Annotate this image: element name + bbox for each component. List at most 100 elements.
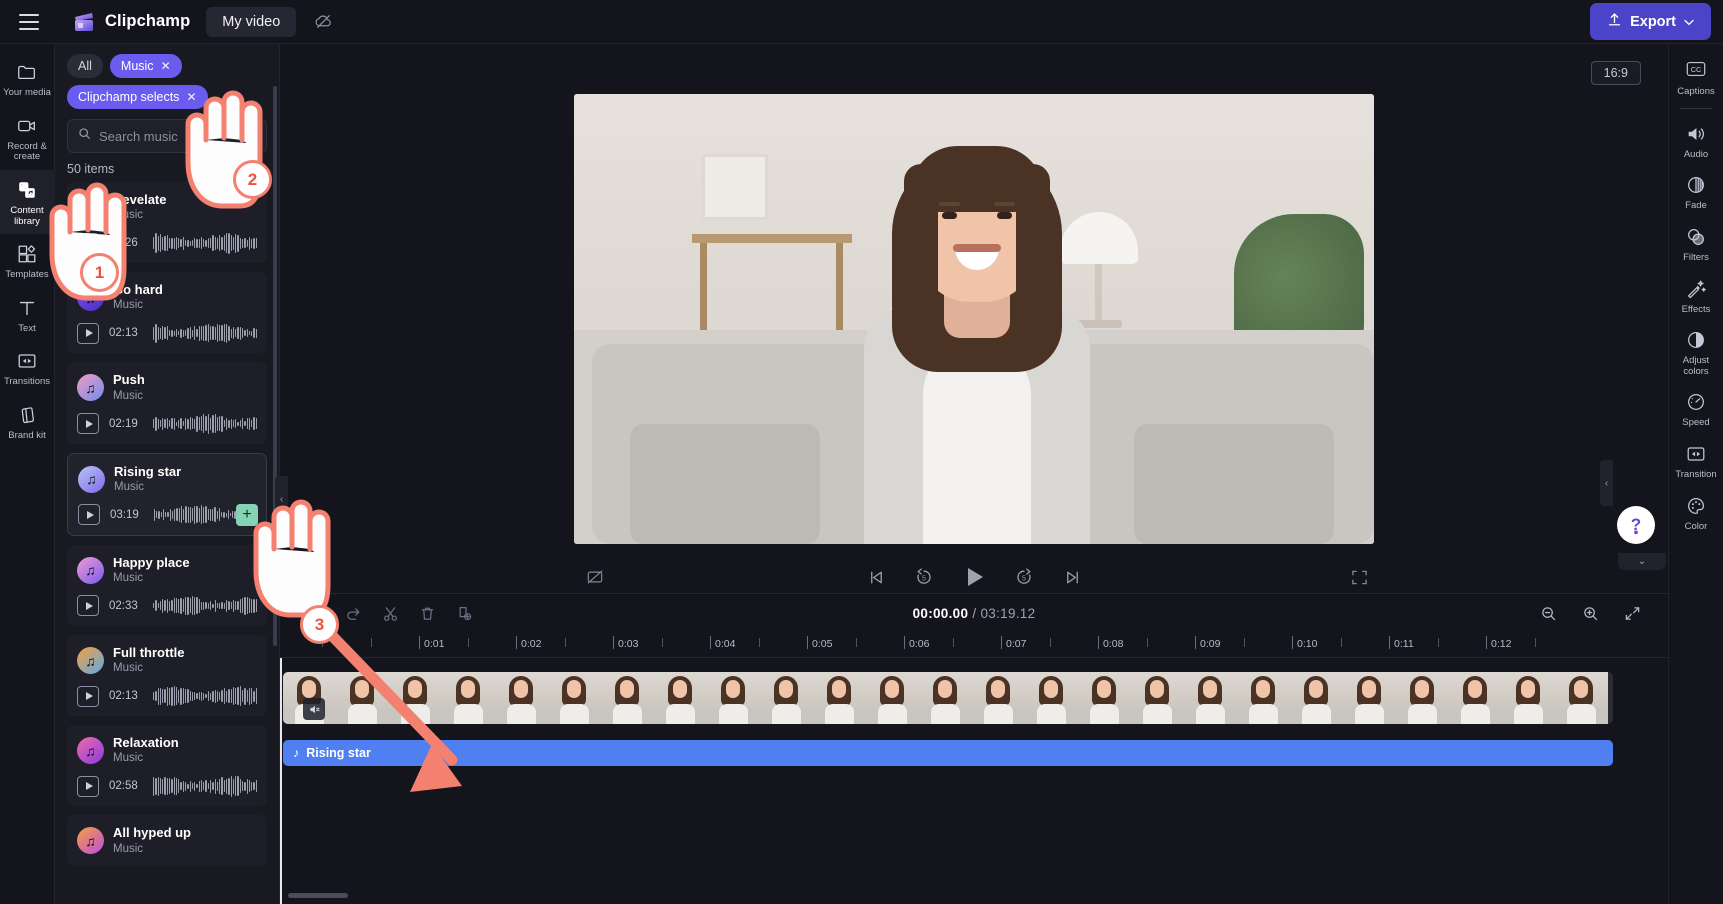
right-panel-collapse-button[interactable]: ‹: [1600, 460, 1613, 506]
track-title: Full throttle: [113, 644, 185, 660]
close-icon[interactable]: ✕: [186, 90, 196, 104]
skip-to-start-icon[interactable]: [861, 562, 891, 592]
tab-audio[interactable]: Audio: [1669, 115, 1723, 167]
list-item[interactable]: ♫ Full throttle Music 02:13: [67, 634, 267, 717]
video-frame: [574, 94, 1374, 544]
tab-color[interactable]: Color: [1669, 487, 1723, 539]
forward-5s-icon[interactable]: 5: [1009, 562, 1039, 592]
tab-speed[interactable]: Speed: [1669, 383, 1723, 435]
help-icon[interactable]: ?: [1617, 506, 1655, 544]
fit-to-screen-icon[interactable]: [1618, 599, 1646, 627]
sidebar-item-your-media[interactable]: Your media: [0, 52, 55, 106]
tab-transition[interactable]: Transition: [1669, 435, 1723, 487]
timeline-ruler[interactable]: 0:01 0:02 0:03 0:04 0:05 0:06 0:07 0:08 0:09 0:10…: [280, 632, 1668, 658]
panel-collapse-button[interactable]: ‹: [275, 476, 288, 522]
clip-thumbnail: [495, 672, 548, 724]
hamburger-icon[interactable]: [12, 5, 46, 39]
sidebar-label: Templates: [5, 269, 49, 281]
aspect-ratio-button[interactable]: 16:9: [1590, 61, 1641, 85]
track-subtitle: Music: [113, 572, 144, 584]
sidebar-item-transitions[interactable]: Transitions: [0, 341, 55, 395]
play-button[interactable]: [77, 775, 99, 797]
video-stage[interactable]: [574, 94, 1374, 544]
scissors-icon[interactable]: [376, 599, 404, 627]
play-button[interactable]: [77, 232, 99, 254]
trash-icon[interactable]: [413, 599, 441, 627]
play-button[interactable]: [957, 560, 991, 594]
play-button[interactable]: [77, 322, 99, 344]
top-bar: Clipchamp My video Export: [0, 0, 1723, 44]
color-palette-icon: [1685, 495, 1707, 517]
playhead[interactable]: [280, 658, 282, 904]
timeline-horizontal-scrollbar[interactable]: [288, 893, 348, 898]
add-to-timeline-button[interactable]: +: [236, 503, 258, 526]
skip-to-end-icon[interactable]: [1057, 562, 1087, 592]
clip-thumbnail: [707, 672, 760, 724]
list-item-rising-star[interactable]: ♫ Rising star Music 03:19 +: [67, 452, 267, 536]
tab-effects[interactable]: Effects: [1669, 270, 1723, 322]
tab-captions[interactable]: CC Captions: [1669, 52, 1723, 104]
tab-adjust-colors[interactable]: Adjust colors: [1669, 321, 1723, 383]
clip-thumbnail: [1555, 672, 1608, 724]
fullscreen-icon[interactable]: [1344, 562, 1374, 592]
timeline-tracks[interactable]: ♪ Rising star: [280, 658, 1668, 904]
project-tab[interactable]: My video: [206, 6, 297, 37]
export-button[interactable]: Export: [1590, 3, 1711, 40]
sidebar-item-text[interactable]: Text: [0, 288, 55, 342]
sidebar-item-templates[interactable]: Templates: [0, 234, 55, 288]
list-item[interactable]: ♫ Revelate Music 02:26: [67, 182, 267, 264]
current-time: 00:00.00: [912, 605, 969, 621]
rewind-5s-icon[interactable]: 5: [909, 562, 939, 592]
clip-thumbnail: [1131, 672, 1184, 724]
video-clip[interactable]: [283, 672, 1613, 724]
cloud-offline-icon[interactable]: [308, 7, 338, 37]
mute-icon[interactable]: [303, 698, 325, 720]
preview-collapse-button[interactable]: ⌄: [1618, 553, 1666, 570]
music-list[interactable]: ♫ Revelate Music 02:26 ♫ Go hard Music 0…: [55, 182, 279, 904]
album-art: ♫: [77, 737, 104, 765]
tab-fade[interactable]: Fade: [1669, 166, 1723, 218]
play-button[interactable]: [78, 504, 100, 526]
list-item[interactable]: ♫ Happy place Music 02:33: [67, 544, 267, 626]
clipchamp-logo-icon: [72, 12, 96, 32]
clip-thumbnail: [813, 672, 866, 724]
panel-scrollbar[interactable]: [273, 86, 277, 646]
music-note-icon: ♫: [85, 562, 96, 579]
chip-all[interactable]: All: [67, 54, 103, 78]
play-button[interactable]: [77, 595, 99, 617]
clip-thumbnail: [1184, 672, 1237, 724]
left-nav-rail: Your media Record & create Content libra…: [0, 44, 55, 904]
search-icon: [78, 127, 91, 145]
zoom-out-icon[interactable]: [1534, 599, 1562, 627]
video-camera-icon: [16, 115, 38, 137]
chip-clipchamp-selects[interactable]: Clipchamp selects ✕: [67, 85, 208, 109]
undo-icon[interactable]: [302, 599, 330, 627]
search-box[interactable]: [67, 119, 267, 153]
sidebar-item-content-library[interactable]: Content library: [0, 169, 55, 235]
track-subtitle: Music: [113, 209, 144, 222]
redo-icon[interactable]: [339, 599, 367, 627]
tab-label: Color: [1684, 520, 1708, 532]
hide-captions-icon[interactable]: [580, 562, 610, 592]
play-button[interactable]: [77, 685, 99, 707]
chip-music[interactable]: Music ✕: [109, 54, 182, 78]
tab-filters[interactable]: Filters: [1669, 218, 1723, 270]
play-button[interactable]: [77, 413, 99, 435]
list-item[interactable]: ♫ Push Music 02:19: [67, 362, 267, 444]
clip-thumbnail: [1290, 672, 1343, 724]
list-item[interactable]: ♫ Go hard Music 02:13: [67, 272, 267, 354]
content-library-icon: [16, 179, 38, 201]
search-input[interactable]: [99, 128, 256, 144]
list-item[interactable]: ♫ All hyped up Music: [67, 815, 267, 866]
sidebar-item-brand-kit[interactable]: Brand kit: [0, 395, 55, 449]
track-duration: 03:19: [110, 508, 139, 521]
sidebar-item-record-create[interactable]: Record & create: [0, 106, 55, 170]
zoom-in-icon[interactable]: [1576, 599, 1604, 627]
close-icon[interactable]: ✕: [161, 59, 171, 73]
sidebar-label: Text: [18, 322, 36, 334]
duplicate-icon[interactable]: [450, 599, 478, 627]
track-duration: 02:33: [109, 599, 138, 612]
list-item[interactable]: ♫ Relaxation Music 02:58: [67, 725, 267, 807]
fade-icon: [1685, 174, 1707, 196]
audio-clip-rising-star[interactable]: ♪ Rising star: [283, 740, 1613, 766]
